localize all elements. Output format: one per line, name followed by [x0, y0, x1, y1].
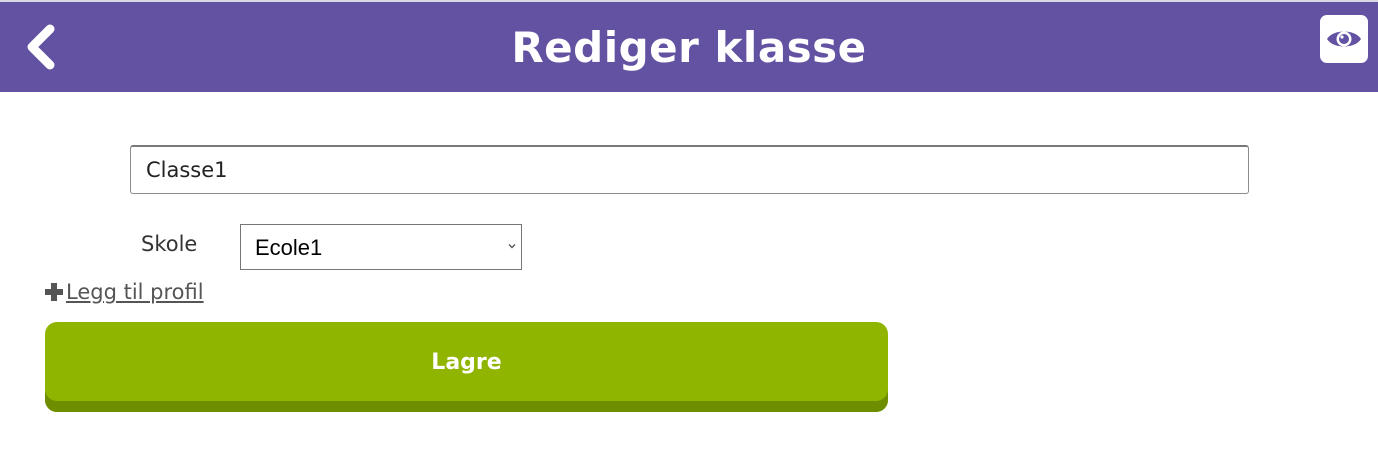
save-label: Lagre — [431, 349, 502, 375]
preview-button[interactable] — [1320, 15, 1368, 63]
school-select[interactable]: Ecole1 — [240, 224, 522, 270]
add-profile-link[interactable]: Legg til profil — [44, 280, 204, 304]
plus-icon — [45, 283, 63, 301]
school-select-value: Ecole1 — [255, 235, 323, 260]
eye-icon — [1327, 31, 1361, 47]
edit-class-page: Rediger klasse Skole Ecole1 Legg t — [0, 0, 1378, 466]
add-profile-label: Legg til profil — [66, 280, 204, 304]
back-button[interactable] — [14, 16, 66, 78]
school-label: Skole — [141, 232, 198, 256]
page-title: Rediger klasse — [511, 23, 867, 72]
class-name-input[interactable] — [130, 145, 1249, 194]
chevron-left-icon — [27, 24, 55, 70]
chevron-down-icon — [508, 244, 516, 249]
save-button[interactable]: Lagre — [45, 322, 888, 412]
header-bar: Rediger klasse — [0, 0, 1378, 92]
